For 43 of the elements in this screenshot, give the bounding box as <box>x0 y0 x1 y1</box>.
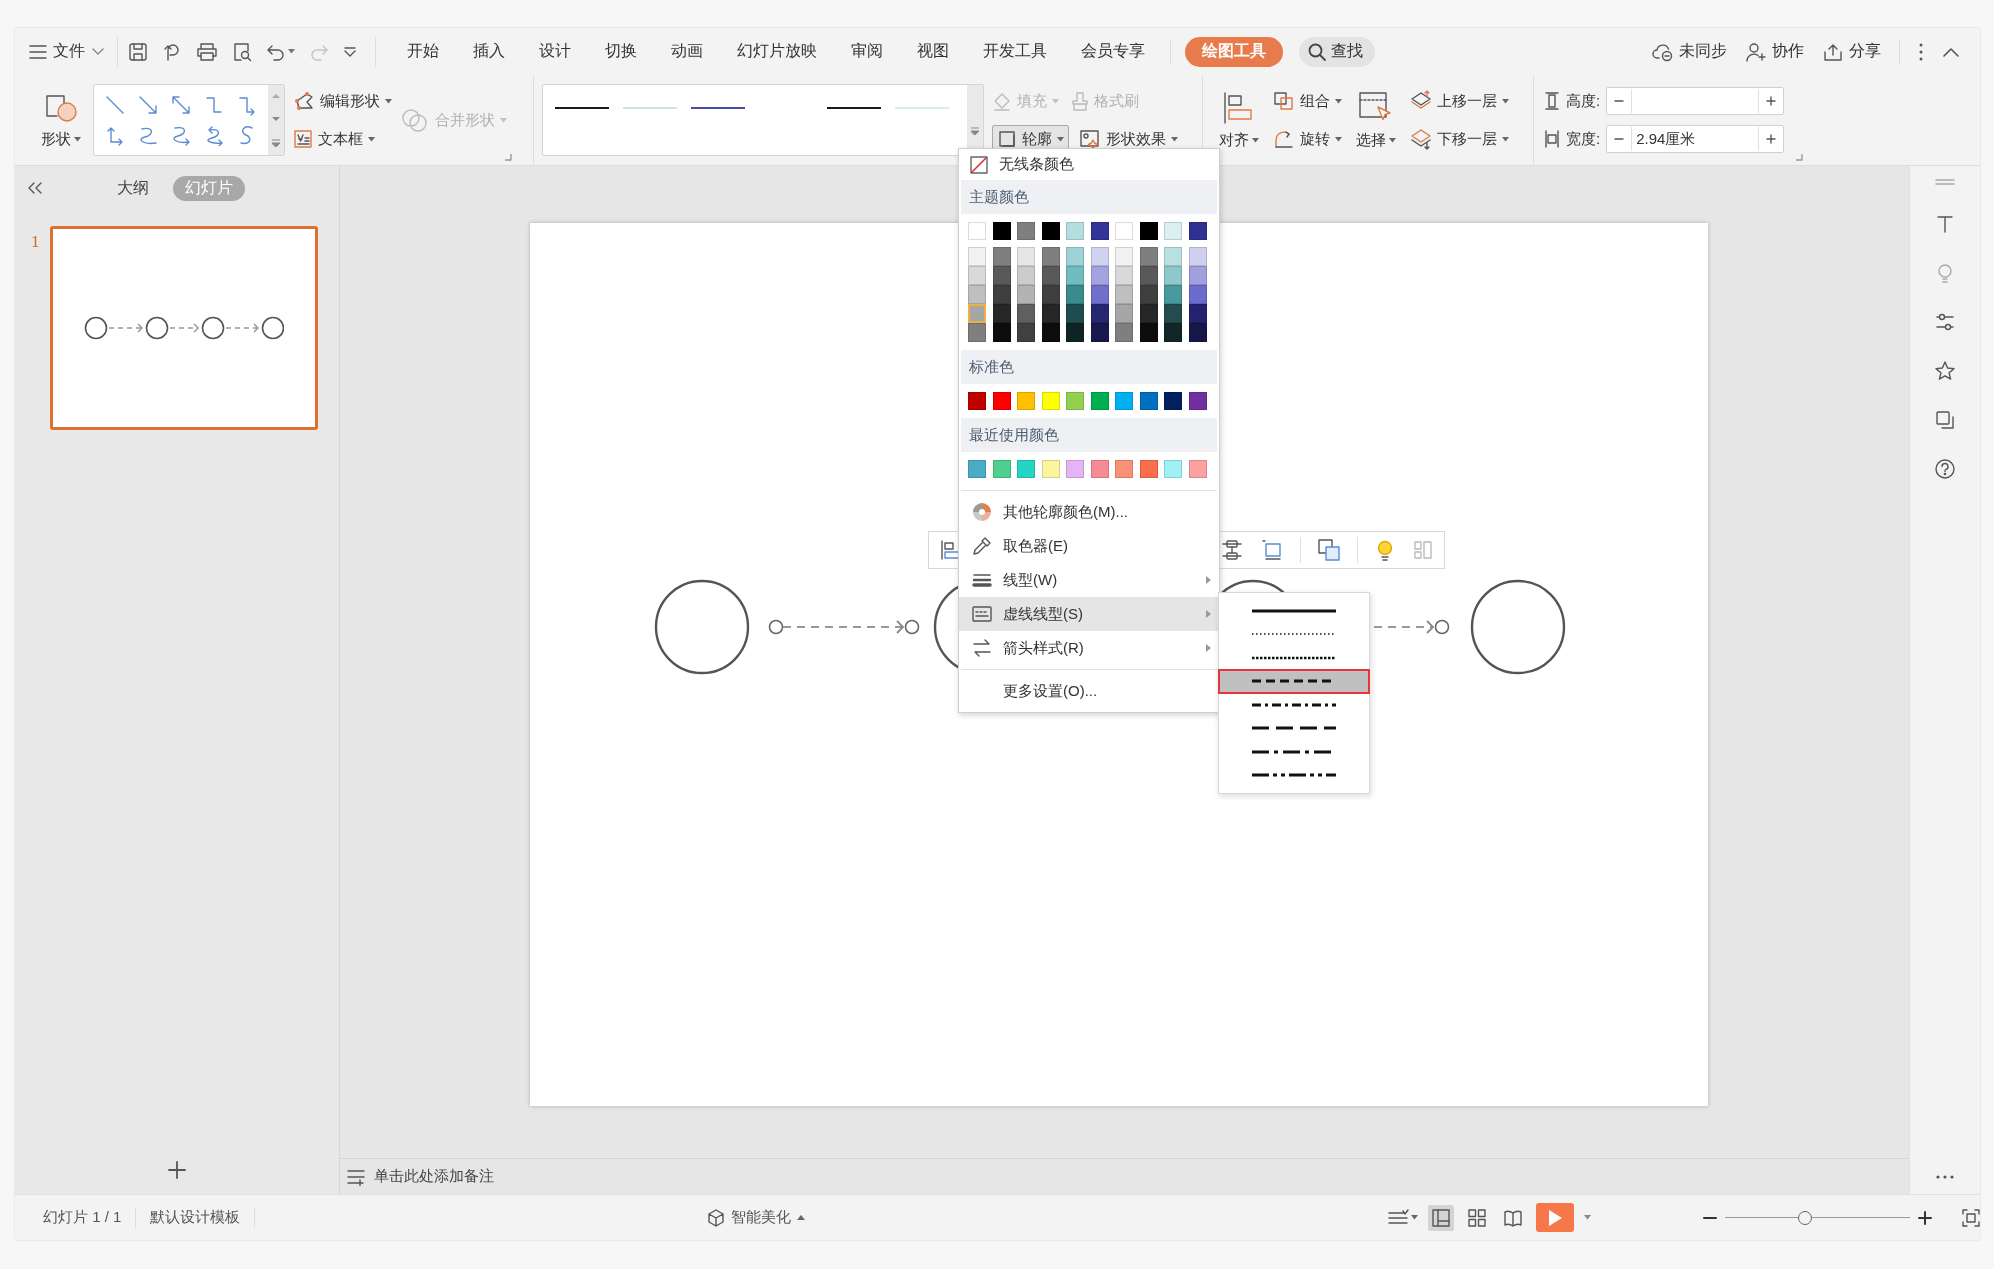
collaborate-button[interactable]: 协作 <box>1745 41 1804 62</box>
menu-tab[interactable]: 开始 <box>390 36 456 67</box>
menu-item[interactable]: 线型(W) <box>959 563 1219 597</box>
search-button[interactable]: 查找 <box>1299 36 1375 67</box>
template-name[interactable]: 默认设计模板 <box>136 1207 256 1228</box>
menu-item[interactable]: 更多设置(O)... <box>959 674 1219 708</box>
bring-forward-button[interactable]: 上移一层 <box>1410 87 1509 115</box>
sync-status-button[interactable]: 未同步 <box>1652 41 1727 62</box>
section-heading: 标准色 <box>961 350 1217 384</box>
align-button[interactable]: 对齐 <box>1215 90 1263 150</box>
shapes-button[interactable]: 形状 <box>37 91 85 149</box>
section-heading: 主题颜色 <box>961 180 1217 214</box>
rotate-button[interactable]: 旋转 <box>1273 125 1342 153</box>
smart-beautify-button[interactable]: 智能美化 <box>707 1208 806 1227</box>
group-button[interactable]: 组合 <box>1273 87 1342 115</box>
width-field[interactable]: 2.94厘米 <box>1606 125 1785 153</box>
menu-tab[interactable]: 开发工具 <box>966 36 1064 67</box>
slide-number: 1 <box>31 231 40 253</box>
menu-tab[interactable]: 会员专享 <box>1064 36 1162 67</box>
menu-tab[interactable]: 幻灯片放映 <box>720 36 834 67</box>
notes-bar[interactable]: 单击此处添加备注 <box>340 1158 1909 1194</box>
menu-tab[interactable]: 动画 <box>654 36 720 67</box>
notes-placeholder: 单击此处添加备注 <box>374 1167 494 1186</box>
section-heading: 最近使用颜色 <box>961 418 1217 452</box>
send-backward-button[interactable]: 下移一层 <box>1410 125 1509 153</box>
menu-tab[interactable]: 插入 <box>456 36 522 67</box>
panel-tab[interactable]: 大纲 <box>105 175 161 201</box>
slide-counter: 幻灯片 1 / 1 <box>29 1207 137 1228</box>
edit-shape-button[interactable]: 编辑形状 <box>293 87 392 115</box>
menu-item[interactable]: 其他轮廓颜色(M)... <box>959 495 1219 529</box>
height-label: 高度: <box>1566 91 1601 111</box>
width-label: 宽度: <box>1566 129 1601 149</box>
menu-tab[interactable]: 审阅 <box>834 36 900 67</box>
menu-item[interactable]: 虚线线型(S) <box>959 597 1219 631</box>
select-button[interactable]: 选择 <box>1352 90 1400 150</box>
menu-tab[interactable]: 切换 <box>588 36 654 67</box>
file-menu[interactable]: 文件 <box>29 41 105 62</box>
share-button[interactable]: 分享 <box>1822 41 1881 62</box>
menu-tab[interactable]: 视图 <box>900 36 966 67</box>
menu-item[interactable]: 取色器(E) <box>959 529 1219 563</box>
text-box-button[interactable]: 文本框 <box>293 125 392 153</box>
menu-item[interactable]: 箭头样式(R) <box>959 631 1219 665</box>
menu-tab[interactable]: 设计 <box>522 36 588 67</box>
